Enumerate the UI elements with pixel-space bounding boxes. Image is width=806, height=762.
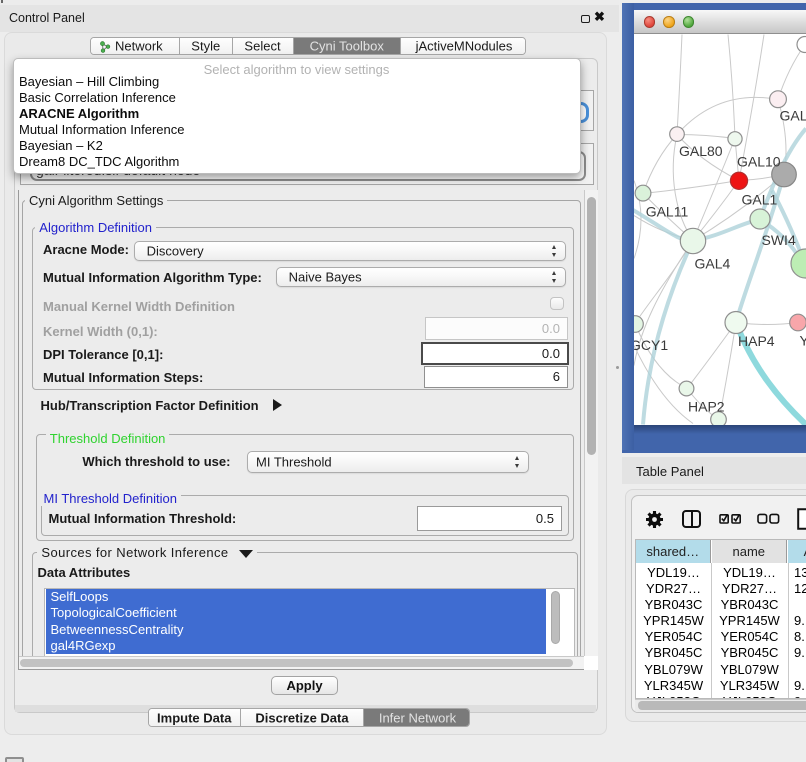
svg-text:GAL7: GAL7 (780, 107, 806, 123)
svg-text:GAL11: GAL11 (646, 203, 689, 219)
svg-text:GAL80: GAL80 (679, 143, 723, 159)
svg-text:GCY1: GCY1 (634, 337, 668, 353)
svg-text:GAL4: GAL4 (695, 255, 731, 271)
svg-text:Y: Y (800, 332, 806, 348)
svg-text:SWI4: SWI4 (762, 232, 796, 248)
svg-text:GAL10: GAL10 (737, 153, 781, 169)
svg-text:GAL1: GAL1 (742, 191, 778, 207)
svg-text:HAP2: HAP2 (688, 398, 725, 414)
svg-text:HAP4: HAP4 (738, 333, 775, 349)
